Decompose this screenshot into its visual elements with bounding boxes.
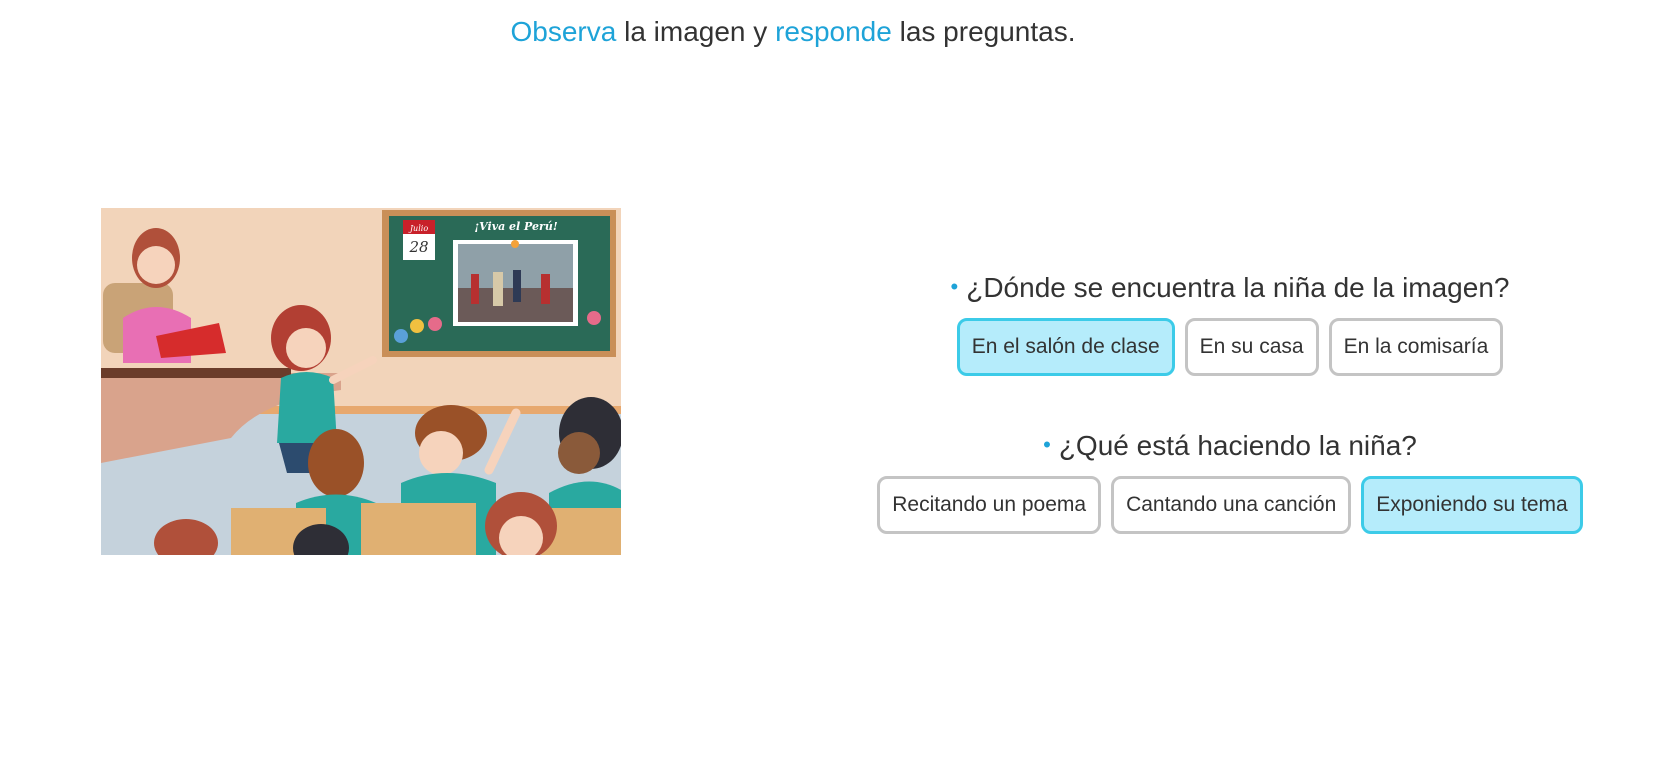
question-2-text: ¿Qué está haciendo la niña?: [1058, 430, 1417, 461]
handprint: [410, 319, 424, 333]
option-en-el-salon-de-clase[interactable]: En el salón de clase: [956, 318, 1175, 376]
question-block-2: • ¿Qué está haciendo la niña? Recitando u…: [860, 430, 1600, 534]
instruction-keyword-responde: responde: [775, 16, 892, 47]
student-hair: [308, 429, 364, 497]
instruction-text: Observa la imagen y responde las pregunt…: [0, 16, 1586, 48]
student-desk: [361, 503, 476, 555]
teacher-face: [137, 246, 175, 284]
handprint: [394, 329, 408, 343]
painting-figure: [471, 274, 479, 304]
handprint: [587, 311, 601, 325]
question-1: • ¿Dónde se encuentra la niña de la image…: [860, 272, 1600, 304]
girl-face: [286, 328, 326, 368]
classroom-illustration: ¡Viva el Perú! Julio 28: [101, 208, 621, 555]
painting-figure: [541, 274, 550, 304]
question-2-options: Recitando un poema Cantando una canción …: [860, 476, 1600, 534]
question-2: • ¿Qué está haciendo la niña?: [860, 430, 1600, 462]
option-en-su-casa[interactable]: En su casa: [1184, 318, 1319, 376]
handprint: [428, 317, 442, 331]
instruction-keyword-observa: Observa: [510, 16, 617, 47]
instruction-text-part: las preguntas.: [891, 16, 1076, 47]
option-exponiendo-su-tema[interactable]: Exponiendo su tema: [1361, 476, 1583, 534]
instruction-text-part: la imagen y: [616, 16, 776, 47]
board-banner: ¡Viva el Perú!: [474, 220, 557, 233]
bullet-icon: •: [950, 274, 959, 299]
option-recitando-un-poema[interactable]: Recitando un poema: [877, 476, 1102, 534]
calendar-month: Julio: [408, 224, 428, 233]
classroom-illustration-art: ¡Viva el Perú! Julio 28: [101, 208, 621, 555]
question-1-text: ¿Dónde se encuentra la niña de la imagen…: [966, 272, 1510, 303]
painting-figure: [493, 272, 503, 306]
student-face: [419, 431, 463, 475]
bullet-icon: •: [1043, 432, 1051, 457]
teacher-desk-top: [101, 368, 291, 378]
student-face: [558, 432, 600, 474]
painting-figure: [513, 270, 521, 302]
painting-pin: [511, 240, 519, 248]
question-block-1: • ¿Dónde se encuentra la niña de la image…: [860, 272, 1600, 376]
calendar-day: 28: [408, 238, 428, 256]
option-cantando-una-cancion[interactable]: Cantando una canción: [1111, 476, 1352, 534]
option-en-la-comisaria[interactable]: En la comisaría: [1328, 318, 1504, 376]
question-1-options: En el salón de clase En su casa En la co…: [860, 318, 1600, 376]
